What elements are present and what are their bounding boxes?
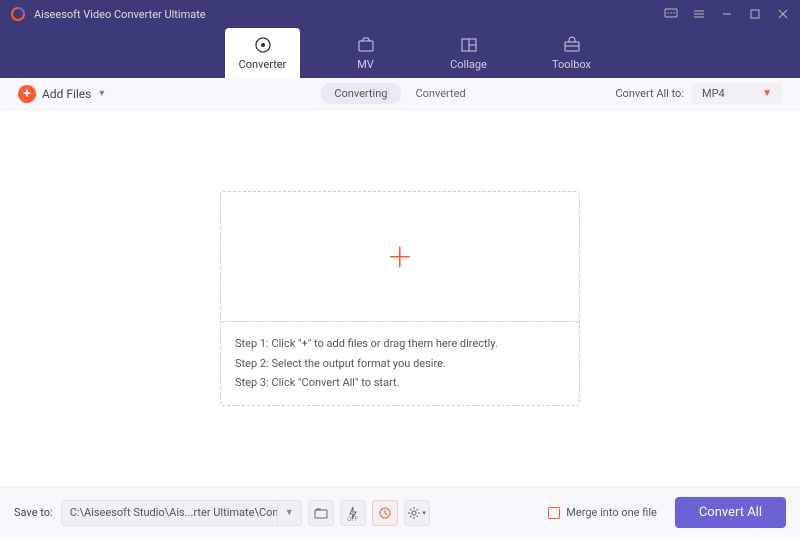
tab-toolbox[interactable]: Toolbox bbox=[534, 28, 609, 78]
mv-icon bbox=[356, 35, 376, 55]
titlebar: Aiseesoft Video Converter Ultimate bbox=[0, 0, 800, 28]
step-1: Step 1: Click "+" to add files or drag t… bbox=[235, 334, 565, 354]
add-files-button[interactable]: + Add Files ▼ bbox=[18, 85, 106, 103]
convert-all-button[interactable]: Convert All bbox=[675, 497, 786, 528]
menu-icon[interactable] bbox=[692, 7, 706, 21]
dropzone-steps: Step 1: Click "+" to add files or drag t… bbox=[221, 322, 579, 405]
path-dropdown[interactable]: ▼ bbox=[277, 501, 301, 525]
bottombar: Save to: C:\Aiseesoft Studio\Ais...rter … bbox=[0, 487, 800, 537]
tab-mv[interactable]: MV bbox=[328, 28, 403, 78]
merge-label: Merge into one file bbox=[566, 506, 657, 519]
dropzone-add[interactable]: + bbox=[221, 192, 579, 322]
chevron-down-icon: ▼ bbox=[762, 88, 772, 99]
settings-button[interactable]: ▾ bbox=[404, 500, 430, 526]
hardware-accel-button[interactable]: OFF bbox=[340, 500, 366, 526]
save-path-value[interactable]: C:\Aiseesoft Studio\Ais...rter Ultimate\… bbox=[62, 506, 277, 519]
toolbar: + Add Files ▼ Converting Converted Conve… bbox=[0, 78, 800, 110]
save-path-box: C:\Aiseesoft Studio\Ais...rter Ultimate\… bbox=[61, 500, 302, 526]
open-folder-button[interactable] bbox=[308, 500, 334, 526]
plus-icon: + bbox=[18, 85, 36, 103]
step-2: Step 2: Select the output format you des… bbox=[235, 354, 565, 374]
main-area: + Step 1: Click "+" to add files or drag… bbox=[0, 110, 800, 487]
tab-label: Toolbox bbox=[552, 58, 591, 71]
tab-label: MV bbox=[357, 58, 374, 71]
seg-converting[interactable]: Converting bbox=[320, 83, 401, 104]
checkbox-icon bbox=[548, 507, 560, 519]
add-files-label: Add Files bbox=[42, 87, 91, 101]
app-title: Aiseesoft Video Converter Ultimate bbox=[34, 8, 664, 21]
toolbox-icon bbox=[562, 35, 582, 55]
step-3: Step 3: Click "Convert All" to start. bbox=[235, 373, 565, 393]
convert-all-to-label: Convert All to: bbox=[615, 87, 684, 100]
feedback-icon[interactable] bbox=[664, 7, 678, 21]
status-segment: Converting Converted bbox=[320, 83, 479, 104]
tab-converter[interactable]: Converter bbox=[225, 28, 300, 78]
format-value: MP4 bbox=[702, 87, 725, 100]
tab-label: Converter bbox=[239, 58, 287, 71]
collage-icon bbox=[459, 35, 479, 55]
chevron-down-icon: ▼ bbox=[97, 88, 106, 99]
plus-large-icon: + bbox=[389, 233, 412, 280]
maximize-icon[interactable] bbox=[748, 7, 762, 21]
seg-converted[interactable]: Converted bbox=[401, 83, 479, 104]
converter-icon bbox=[253, 35, 273, 55]
app-logo-icon bbox=[10, 6, 26, 22]
tab-label: Collage bbox=[450, 58, 487, 71]
format-select[interactable]: MP4 ▼ bbox=[692, 83, 782, 104]
minimize-icon[interactable] bbox=[720, 7, 734, 21]
merge-checkbox[interactable]: Merge into one file bbox=[548, 506, 657, 519]
close-icon[interactable] bbox=[776, 7, 790, 21]
tabbar: Converter MV Collage Toolbox bbox=[0, 28, 800, 78]
tab-collage[interactable]: Collage bbox=[431, 28, 506, 78]
save-to-label: Save to: bbox=[14, 506, 53, 519]
dropzone[interactable]: + Step 1: Click "+" to add files or drag… bbox=[220, 191, 580, 406]
high-speed-button[interactable] bbox=[372, 500, 398, 526]
